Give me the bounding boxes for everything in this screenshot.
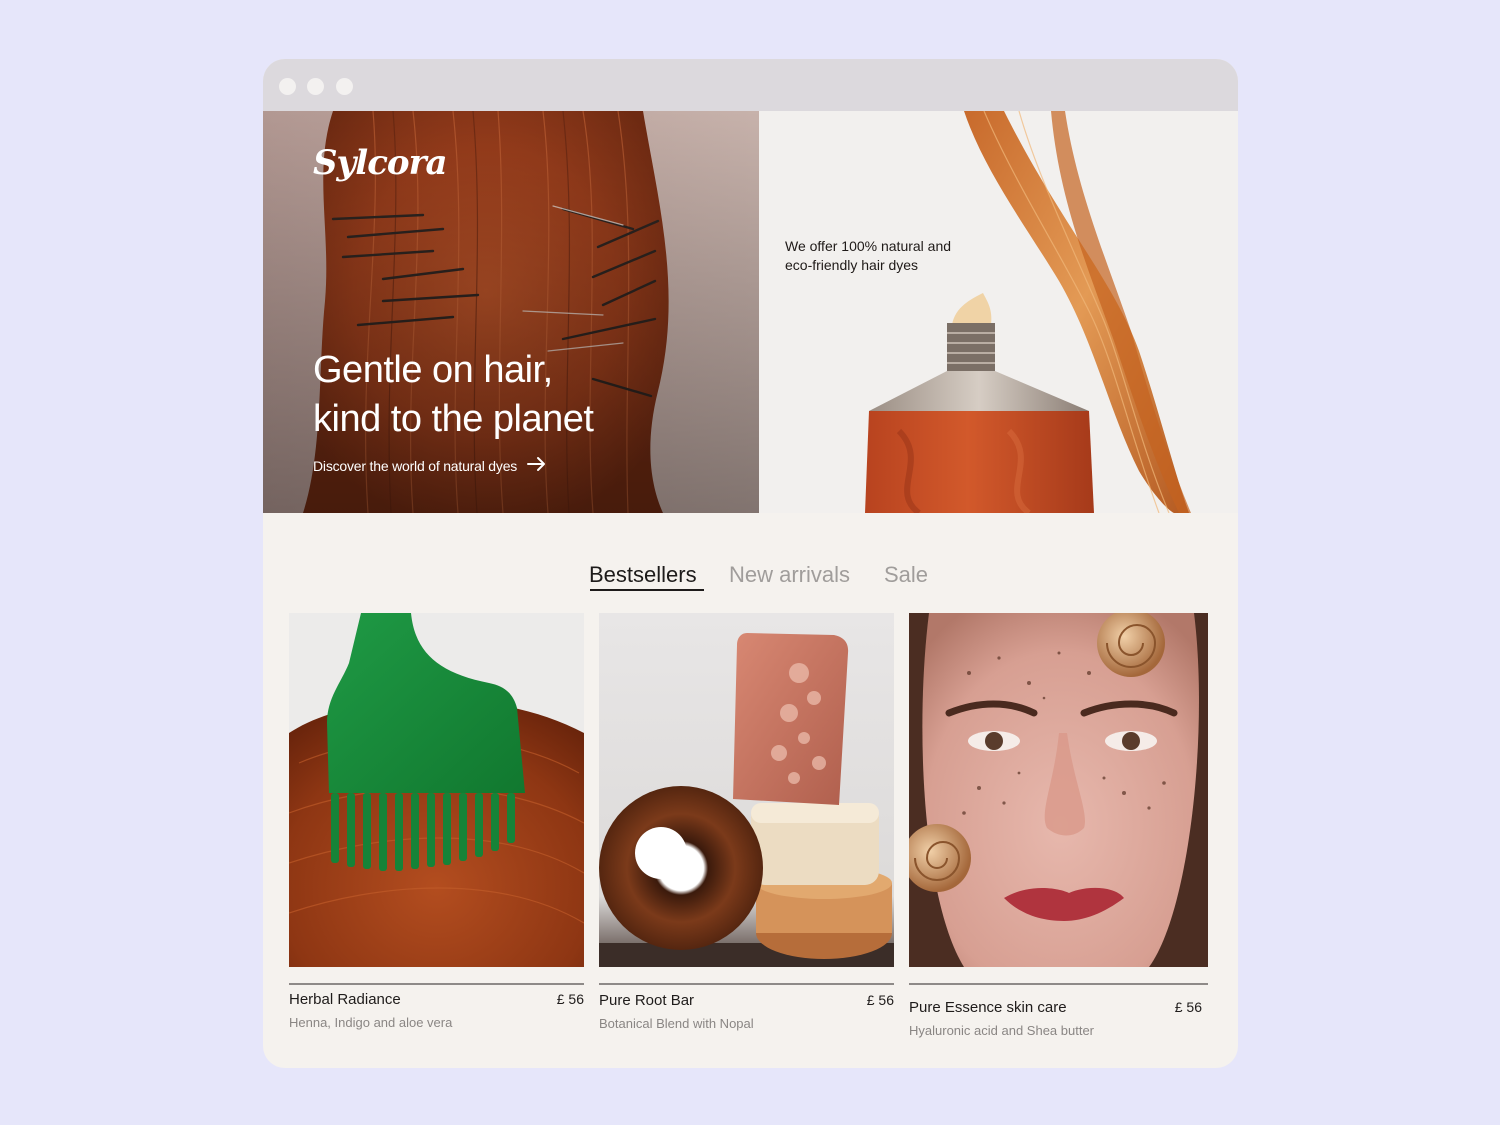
hero-headline: Gentle on hair, kind to the planet bbox=[313, 346, 643, 444]
product-image-pure-root-bar[interactable] bbox=[599, 613, 894, 967]
tab-new-arrivals[interactable]: New arrivals bbox=[729, 562, 850, 588]
product-divider bbox=[289, 983, 584, 985]
product-image-herbal-radiance[interactable] bbox=[289, 613, 584, 967]
hero-tagline: We offer 100% natural and eco-friendly h… bbox=[785, 238, 952, 273]
product-image-pure-essence[interactable] bbox=[909, 613, 1208, 967]
hero-product-image: We offer 100% natural and eco-friendly h… bbox=[759, 111, 1238, 513]
product-divider bbox=[599, 983, 894, 985]
discover-dyes-link[interactable]: Discover the world of natural dyes bbox=[313, 456, 547, 475]
product-price: £ 56 bbox=[866, 992, 894, 1008]
brand-logo[interactable]: Sylcora bbox=[313, 143, 448, 183]
product-description: Henna, Indigo and aloe vera bbox=[289, 1015, 453, 1030]
tab-bestsellers[interactable]: Bestsellers bbox=[589, 562, 697, 588]
hero-headline-line-2: kind to the planet bbox=[313, 398, 594, 440]
product-divider bbox=[909, 983, 1208, 985]
soap-bars-photo bbox=[599, 613, 894, 967]
browser-window: Sylcora Gentle on hair, kind to the plan… bbox=[263, 59, 1238, 1068]
window-minimize-dot[interactable] bbox=[307, 78, 324, 95]
product-name[interactable]: Herbal Radiance bbox=[289, 991, 401, 1008]
face-skin-care-photo bbox=[909, 613, 1208, 967]
product-description: Botanical Blend with Nopal bbox=[599, 1016, 754, 1031]
window-maximize-dot[interactable] bbox=[336, 78, 353, 95]
product-name[interactable]: Pure Root Bar bbox=[599, 992, 694, 1009]
product-description: Hyaluronic acid and Shea butter bbox=[909, 1023, 1095, 1038]
active-tab-indicator bbox=[590, 589, 704, 591]
dye-tube-photo bbox=[759, 111, 1238, 513]
window-close-dot[interactable] bbox=[279, 78, 296, 95]
hero-banner-image: Sylcora Gentle on hair, kind to the plan… bbox=[263, 111, 759, 513]
product-tabs: Bestsellers New arrivals Sale bbox=[263, 562, 1238, 602]
window-titlebar bbox=[263, 59, 1238, 111]
product-price: £ 56 bbox=[556, 991, 584, 1007]
product-price: £ 56 bbox=[1174, 999, 1202, 1015]
tab-sale[interactable]: Sale bbox=[884, 562, 928, 588]
dye-brush-photo bbox=[289, 613, 584, 967]
arrow-right-icon bbox=[527, 456, 547, 475]
hero-headline-line-1: Gentle on hair, bbox=[313, 349, 553, 391]
discover-dyes-link-label: Discover the world of natural dyes bbox=[313, 457, 518, 474]
product-name[interactable]: Pure Essence skin care bbox=[909, 999, 1067, 1016]
